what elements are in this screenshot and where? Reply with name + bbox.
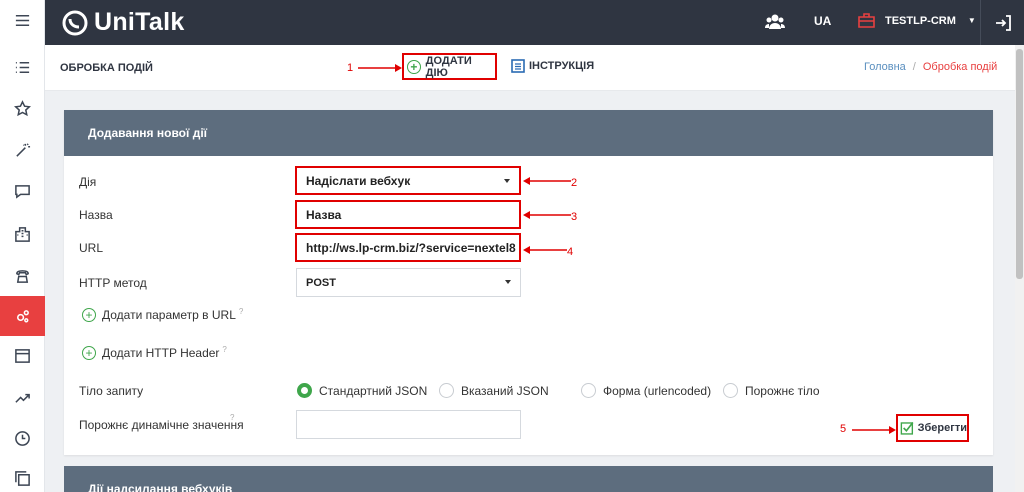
plus-circle-icon: +	[82, 308, 96, 322]
breadcrumb-current: Обробка подій	[922, 61, 998, 73]
annotation-number-4: 4	[567, 246, 574, 258]
annotation-arrow-5	[852, 426, 896, 434]
brand-logo[interactable]: UniTalk	[60, 8, 185, 37]
body-option-label: Вказаний JSON	[461, 383, 549, 398]
building-icon[interactable]	[0, 214, 45, 254]
empty-value-input[interactable]	[296, 410, 521, 439]
help-icon[interactable]: ?	[230, 413, 234, 422]
http-method-select[interactable]: POST	[296, 268, 521, 297]
http-method-label: HTTP метод	[79, 276, 147, 290]
name-value: Назва	[306, 207, 342, 222]
add-http-header-link[interactable]: + Додати HTTP Header ?	[82, 345, 227, 360]
chevron-down-icon	[504, 179, 510, 183]
request-body-label: Тіло запиту	[79, 384, 144, 398]
breadcrumb-separator: /	[912, 61, 916, 73]
annotation-number-2: 2	[571, 177, 578, 189]
checkbox-check-icon	[900, 422, 914, 435]
action-label: Дія	[79, 175, 97, 189]
name-input[interactable]: Назва	[295, 200, 521, 229]
annotation-arrow-4	[523, 246, 567, 254]
url-input[interactable]: http://ws.lp-crm.biz/?service=nextel8	[295, 233, 521, 262]
instruction-link[interactable]: ІНСТРУКЦІЯ	[511, 59, 594, 73]
add-url-param-link[interactable]: + Додати параметр в URL ?	[82, 307, 243, 322]
instruction-label: ІНСТРУКЦІЯ	[529, 60, 595, 72]
name-label: Назва	[79, 208, 113, 222]
save-label: Зберегти	[917, 422, 967, 434]
magic-wand-icon[interactable]	[0, 130, 45, 170]
body-option-label: Форма (urlencoded)	[603, 383, 712, 398]
url-value: http://ws.lp-crm.biz/?service=nextel8	[306, 240, 516, 255]
help-icon[interactable]: ?	[222, 345, 226, 354]
action-select[interactable]: Надіслати вебхук	[295, 166, 521, 195]
annotation-number-1: 1	[347, 62, 354, 74]
clock-icon[interactable]	[0, 418, 45, 458]
chevron-down-icon: ▼	[967, 16, 976, 25]
account-name: TESTLP-CRM	[885, 14, 956, 27]
users-icon[interactable]	[765, 13, 785, 31]
panel-heading: Додавання нової дії	[64, 110, 993, 156]
radio-unselected[interactable]	[439, 383, 454, 398]
annotation-arrow-3	[523, 211, 571, 219]
action-value: Надіслати вебхук	[306, 173, 411, 188]
list-icon[interactable]	[0, 47, 45, 87]
help-icon[interactable]: ?	[239, 307, 243, 316]
scrollbar-thumb[interactable]	[1016, 49, 1023, 279]
chat-icon[interactable]	[0, 171, 45, 211]
body-option-standard-json[interactable]: Стандартний JSON	[297, 383, 427, 398]
trending-icon[interactable]	[0, 377, 45, 417]
body-option-custom-json[interactable]: Вказаний JSON	[439, 383, 549, 398]
plus-circle-icon: +	[82, 346, 96, 360]
briefcase-icon	[858, 13, 875, 28]
calendar-icon[interactable]	[0, 335, 45, 375]
add-action-label: ДОДАТИ ДІЮ	[425, 54, 472, 79]
phone-icon[interactable]	[0, 256, 45, 296]
body-option-label: Порожнє тіло	[745, 383, 820, 398]
star-icon[interactable]	[0, 88, 45, 128]
radio-selected[interactable]	[297, 383, 312, 398]
annotation-number-3: 3	[571, 211, 578, 223]
language-switch[interactable]: UA	[814, 14, 831, 28]
add-action-button[interactable]: + ДОДАТИ ДІЮ	[402, 53, 497, 80]
http-method-value: POST	[306, 276, 336, 289]
gears-icon[interactable]	[0, 296, 45, 336]
radio-unselected[interactable]	[723, 383, 738, 398]
plus-circle-icon: +	[407, 59, 421, 74]
document-icon	[511, 59, 525, 73]
webhook-actions-panel-heading: Дії надсилання вебхуків	[64, 466, 993, 492]
page-header: ОБРОБКА ПОДІЙ 1 + ДОДАТИ ДІЮ ІНСТРУКЦІЯ …	[45, 45, 1015, 91]
add-action-panel: Додавання нової дії	[64, 110, 993, 455]
radio-unselected[interactable]	[581, 383, 596, 398]
topbar: UniTalk UA TESTLP-CRM ▼	[45, 0, 1024, 45]
annotation-number-5: 5	[840, 423, 847, 435]
copy-icon[interactable]	[0, 458, 45, 492]
save-button[interactable]: Зберегти	[896, 414, 969, 442]
empty-value-label: Порожнє динамічне значення	[79, 418, 244, 432]
chevron-down-icon	[505, 280, 511, 284]
url-label: URL	[79, 241, 104, 255]
annotation-arrow-1	[358, 64, 402, 72]
add-url-param-label: Додати параметр в URL	[102, 308, 236, 322]
body-option-label: Стандартний JSON	[319, 383, 428, 398]
add-http-header-label: Додати HTTP Header	[102, 346, 220, 360]
logout-button[interactable]	[980, 0, 1024, 45]
page-title: ОБРОБКА ПОДІЙ	[60, 62, 153, 74]
logout-icon	[995, 14, 1011, 31]
body-option-form-urlencoded[interactable]: Форма (urlencoded)	[581, 383, 711, 398]
brand-logo-icon	[62, 10, 88, 35]
account-menu[interactable]: TESTLP-CRM ▼	[858, 13, 976, 28]
body-option-empty[interactable]: Порожнє тіло	[723, 383, 820, 398]
menu-toggle-icon[interactable]	[0, 0, 45, 40]
annotation-arrow-2	[523, 177, 571, 185]
breadcrumb: Головна / Обробка подій	[864, 61, 997, 73]
breadcrumb-home[interactable]: Головна	[864, 61, 906, 73]
page-scrollbar[interactable]	[1015, 45, 1024, 492]
sidebar	[0, 0, 45, 492]
brand-name: UniTalk	[94, 8, 185, 36]
